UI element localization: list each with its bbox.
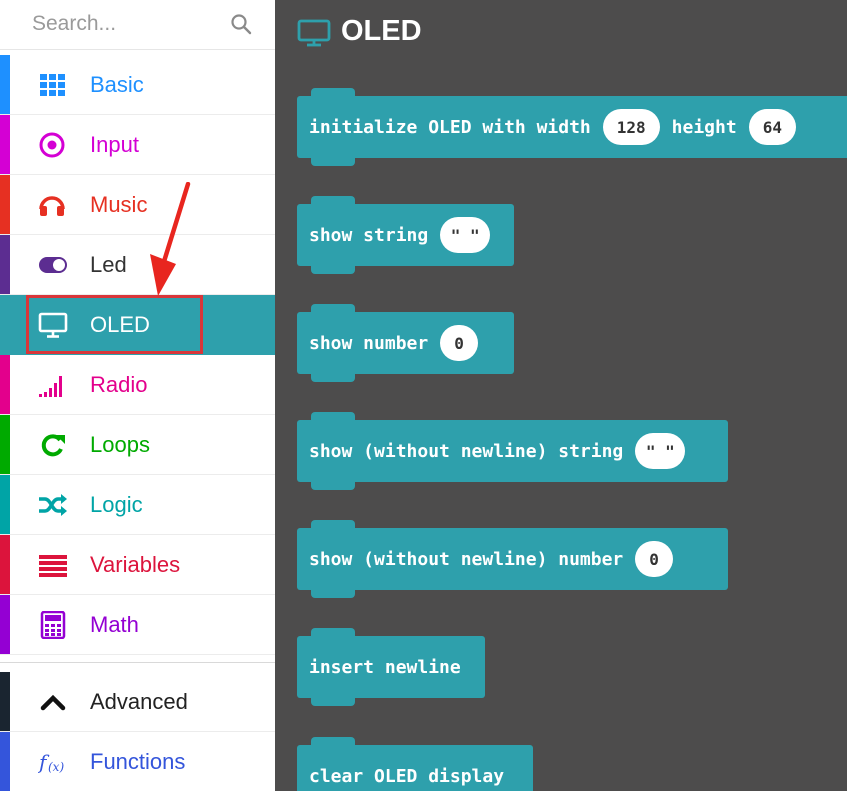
svg-text:(x): (x) — [48, 760, 64, 774]
block-show-number[interactable]: show number 0 — [297, 304, 514, 382]
advanced-separator — [0, 662, 275, 670]
signal-bars-icon — [39, 376, 62, 397]
category-functions[interactable]: f (x) Functions — [0, 732, 275, 791]
shuffle-icon — [39, 494, 67, 516]
block-text: show (without newline) string — [309, 440, 624, 462]
lines-icon — [39, 555, 67, 577]
block-text: show string — [309, 224, 429, 246]
blocks-flyout: OLED initialize OLED with width 128 heig… — [275, 0, 847, 791]
category-label: Loops — [90, 432, 150, 457]
search-box[interactable]: Search... — [0, 0, 275, 50]
width-input[interactable]: 128 — [602, 109, 660, 145]
category-color-stripe — [0, 535, 10, 594]
block-initialize-oled[interactable]: initialize OLED with width 128 height 64 — [297, 88, 847, 166]
block-insert-newline[interactable]: insert newline — [297, 628, 485, 706]
height-input[interactable]: 64 — [748, 109, 796, 145]
category-led[interactable]: Led — [0, 235, 275, 295]
category-color-stripe — [0, 355, 10, 414]
category-variables[interactable]: Variables — [0, 535, 275, 595]
annotation-arrow — [150, 182, 191, 296]
category-label: Advanced — [90, 689, 188, 714]
category-logic[interactable]: Logic — [0, 475, 275, 535]
toolbox-sidebar: Search... Basic Input Music Led OLED Rad… — [0, 0, 275, 791]
refresh-icon — [41, 434, 65, 457]
category-basic[interactable]: Basic — [0, 55, 275, 115]
category-color-stripe — [0, 235, 10, 294]
category-label: Functions — [90, 749, 186, 774]
category-color-stripe — [0, 475, 10, 534]
annotation-highlight-box — [26, 295, 203, 354]
number-input[interactable]: 0 — [440, 325, 478, 361]
block-text: height — [671, 116, 737, 138]
calculator-icon — [40, 611, 66, 639]
category-color-stripe — [0, 175, 10, 234]
string-input[interactable]: " " — [635, 433, 686, 469]
category-label: Radio — [90, 372, 148, 397]
grid-icon — [40, 74, 65, 96]
headphones-icon — [39, 196, 65, 216]
category-color-stripe — [0, 415, 10, 474]
function-icon: f (x) — [38, 750, 64, 774]
target-icon — [39, 132, 65, 158]
category-label: Math — [90, 612, 139, 637]
category-label: Led — [90, 252, 127, 277]
flyout-title: OLED — [341, 15, 422, 47]
category-input[interactable]: Input — [0, 115, 275, 175]
block-text: show number — [309, 332, 429, 354]
category-label: Basic — [90, 72, 144, 97]
category-color-stripe — [0, 732, 10, 791]
search-icon[interactable] — [230, 13, 252, 35]
category-color-stripe — [0, 295, 10, 354]
category-radio[interactable]: Radio — [0, 355, 275, 415]
category-music[interactable]: Music — [0, 175, 275, 235]
block-clear-oled-display[interactable]: clear OLED display — [297, 737, 533, 791]
block-text: initialize OLED with width — [309, 116, 591, 138]
category-label: Music — [90, 192, 148, 217]
block-show-number-no-newline[interactable]: show (without newline) number 0 — [297, 520, 728, 598]
category-color-stripe — [0, 55, 10, 114]
block-text: clear OLED display — [309, 765, 505, 787]
category-color-stripe — [0, 595, 10, 654]
string-input[interactable]: " " — [440, 217, 491, 253]
category-label: Input — [90, 132, 139, 157]
category-label: Logic — [90, 492, 143, 517]
chevron-up-icon — [40, 694, 66, 711]
category-label: Variables — [90, 552, 181, 577]
block-text: show (without newline) number — [309, 548, 624, 570]
block-show-string[interactable]: show string " " — [297, 196, 514, 274]
number-input[interactable]: 0 — [635, 541, 673, 577]
block-text: insert newline — [309, 656, 461, 678]
category-color-stripe — [0, 115, 10, 174]
category-math[interactable]: Math — [0, 595, 275, 655]
category-color-stripe — [0, 672, 10, 731]
block-show-string-no-newline[interactable]: show (without newline) string " " — [297, 412, 728, 490]
toggle-icon — [39, 257, 67, 273]
search-input[interactable]: Search... — [32, 12, 116, 36]
monitor-icon — [297, 19, 331, 47]
category-advanced[interactable]: Advanced — [0, 672, 275, 732]
category-loops[interactable]: Loops — [0, 415, 275, 475]
